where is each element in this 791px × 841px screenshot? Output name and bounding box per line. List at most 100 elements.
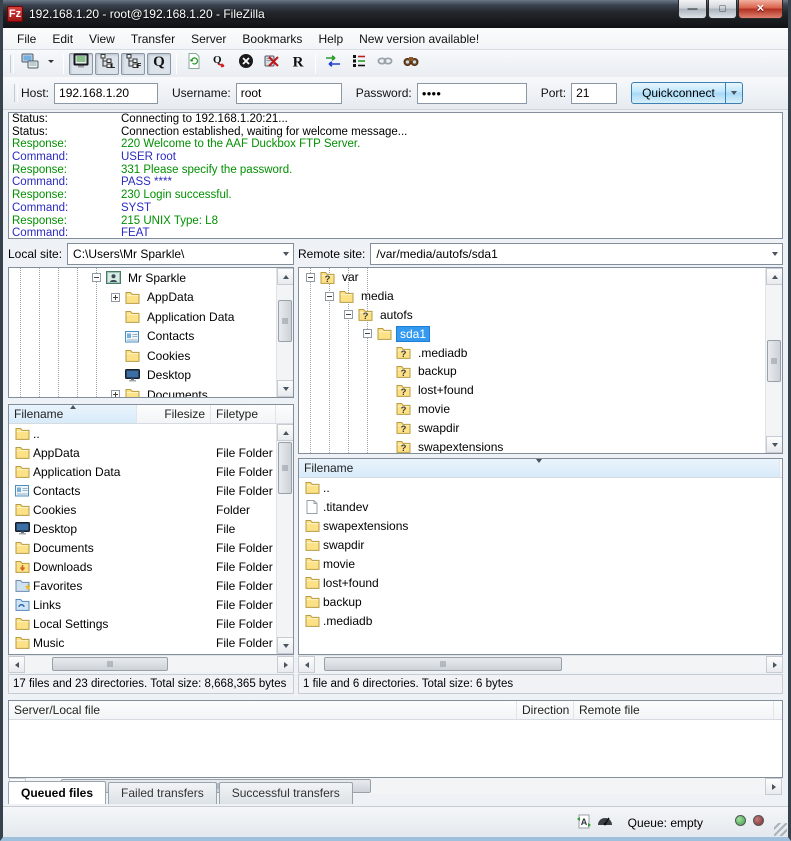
scroll-left-button[interactable]	[8, 656, 25, 673]
file-row[interactable]: DownloadsFile Folder	[9, 557, 293, 576]
scroll-up-button[interactable]	[277, 268, 294, 285]
scroll-down-button[interactable]	[277, 637, 294, 654]
scrollbar-thumb[interactable]	[767, 340, 781, 382]
site-manager-button[interactable]	[18, 53, 42, 75]
menu-item-help[interactable]: Help	[310, 29, 351, 49]
tree-node-label[interactable]: Mr Sparkle	[125, 271, 189, 285]
password-input[interactable]	[417, 83, 527, 104]
process-queue-button[interactable]: Q	[208, 53, 232, 75]
close-button[interactable]: ✕	[738, 0, 783, 19]
tree-expander-minus[interactable]	[325, 292, 334, 301]
tree-node[interactable]: Application Data	[9, 307, 293, 327]
vertical-scrollbar[interactable]	[765, 268, 782, 453]
menu-item-transfer[interactable]: Transfer	[123, 29, 183, 49]
column-header-filetype[interactable]: Filetype	[211, 405, 276, 423]
directory-comparison-button[interactable]	[321, 53, 345, 75]
tree-node[interactable]: ?backup	[299, 362, 782, 381]
username-input[interactable]	[236, 83, 342, 104]
menu-item-view[interactable]: View	[81, 29, 123, 49]
host-input[interactable]	[54, 83, 158, 104]
vertical-scrollbar[interactable]	[276, 424, 293, 654]
tree-node-label[interactable]: Contacts	[144, 329, 197, 343]
resize-grip[interactable]	[774, 823, 787, 836]
tree-node[interactable]: Contacts	[9, 327, 293, 347]
vertical-scrollbar[interactable]	[276, 268, 293, 397]
file-row[interactable]: lost+found	[299, 573, 782, 592]
horizontal-scrollbar[interactable]	[8, 655, 294, 672]
tree-node[interactable]: ?autofs	[299, 306, 782, 325]
quickconnect-dropdown[interactable]	[726, 82, 743, 104]
tree-node[interactable]: ?movie	[299, 400, 782, 419]
file-row[interactable]: ★FavoritesFile Folder	[9, 576, 293, 595]
scroll-right-button[interactable]	[766, 656, 783, 673]
tree-expander-plus[interactable]	[111, 293, 120, 302]
file-row[interactable]: LinksFile Folder	[9, 595, 293, 614]
tree-node[interactable]: ?lost+found	[299, 381, 782, 400]
cancel-operation-button[interactable]	[234, 53, 258, 75]
tree-node-label[interactable]: movie	[415, 402, 453, 416]
rebar-grip[interactable]	[10, 55, 14, 73]
tree-expander-minus[interactable]	[344, 310, 353, 319]
tree-node[interactable]: ?.mediadb	[299, 343, 782, 362]
scroll-up-button[interactable]	[766, 268, 783, 285]
file-row[interactable]: .titandev	[299, 497, 782, 516]
tree-node-label[interactable]: AppData	[144, 290, 197, 304]
quickconnect-button[interactable]: Quickconnect	[631, 82, 726, 104]
tree-node[interactable]: AppData	[9, 288, 293, 308]
queue-column-direction[interactable]: Direction	[517, 701, 574, 719]
tree-node-label[interactable]: backup	[415, 364, 460, 378]
column-header-filename[interactable]: Filename	[9, 405, 137, 423]
toggle-local-tree-button[interactable]: L	[95, 53, 119, 75]
local-file-list[interactable]: FilenameFilesizeFiletype..AppDataFile Fo…	[8, 404, 294, 655]
tree-node-label[interactable]: media	[358, 289, 397, 303]
file-row[interactable]: .mediadb	[299, 611, 782, 630]
queue-body[interactable]	[9, 720, 782, 757]
file-row[interactable]: backup	[299, 592, 782, 611]
menu-item-bookmarks[interactable]: Bookmarks	[234, 29, 310, 49]
tree-node[interactable]: Desktop	[9, 366, 293, 386]
tree-node-label[interactable]: var	[339, 270, 362, 284]
file-row[interactable]: MusicFile Folder	[9, 633, 293, 652]
tree-node[interactable]: Cookies	[9, 346, 293, 366]
tab-queued-files[interactable]: Queued files	[8, 781, 106, 804]
tree-node[interactable]: media	[299, 287, 782, 306]
column-header-filesize[interactable]: Filesize	[137, 405, 211, 423]
file-row[interactable]: AppDataFile Folder	[9, 443, 293, 462]
site-manager-dropdown-button[interactable]	[44, 53, 58, 75]
synchronized-browsing-button[interactable]	[373, 53, 397, 75]
tab-failed-transfers[interactable]: Failed transfers	[108, 782, 217, 804]
tree-node[interactable]: ?swapextensions	[299, 437, 782, 454]
file-row[interactable]: ContactsFile Folder	[9, 481, 293, 500]
tab-successful-transfers[interactable]: Successful transfers	[219, 782, 353, 804]
transfer-type-icon[interactable]: A	[576, 814, 592, 830]
file-row[interactable]: DesktopFile	[9, 519, 293, 538]
scroll-down-button[interactable]	[766, 436, 783, 453]
file-row[interactable]: CookiesFolder	[9, 500, 293, 519]
tree-expander-minus[interactable]	[92, 273, 101, 282]
horizontal-scrollbar[interactable]	[298, 655, 783, 672]
scroll-up-button[interactable]	[277, 424, 294, 441]
tree-node-label[interactable]: swapdir	[415, 421, 462, 435]
tree-node-label[interactable]: Documents	[144, 388, 211, 398]
find-files-button[interactable]	[399, 53, 423, 75]
tree-node-label[interactable]: autofs	[377, 308, 416, 322]
tree-node[interactable]: ?swapdir	[299, 418, 782, 437]
menu-item-edit[interactable]: Edit	[44, 29, 81, 49]
scroll-right-button[interactable]	[277, 656, 294, 673]
tree-expander-plus[interactable]	[111, 390, 120, 398]
tree-node-label[interactable]: .mediadb	[415, 346, 470, 360]
scroll-right-button[interactable]	[765, 778, 782, 795]
remote-file-list[interactable]: Filename...titandevswapextensionsswapdir…	[298, 458, 783, 655]
queue-column-remote-file[interactable]: Remote file	[574, 701, 774, 719]
scroll-left-button[interactable]	[298, 656, 315, 673]
transfer-queue[interactable]: Server/Local fileDirectionRemote file	[8, 700, 783, 778]
menu-item-file[interactable]: File	[9, 29, 44, 49]
column-header-filename[interactable]: Filename	[299, 459, 780, 477]
scrollbar-thumb[interactable]	[278, 300, 292, 342]
remote-site-combobox[interactable]: /var/media/autofs/sda1	[370, 243, 783, 265]
tree-node-label[interactable]: Application Data	[144, 310, 237, 324]
toggle-remote-tree-button[interactable]: F	[121, 53, 145, 75]
tree-node-label[interactable]: Desktop	[144, 368, 194, 382]
toggle-message-log-button[interactable]	[69, 53, 93, 75]
tree-expander-minus[interactable]	[306, 273, 315, 282]
